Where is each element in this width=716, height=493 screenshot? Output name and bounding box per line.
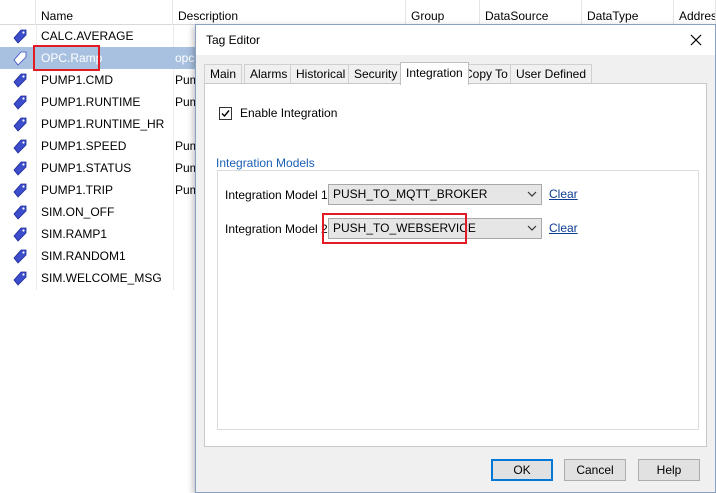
tab-strip: Main Alarms Historical Security Integrat… — [204, 62, 704, 85]
tag-icon — [13, 205, 27, 220]
integration-panel: Enable Integration Integration Models In… — [204, 83, 707, 447]
tag-description — [175, 245, 197, 267]
col-header-datatype[interactable]: DataType — [582, 0, 674, 25]
tag-name: SIM.RANDOM1 — [41, 249, 126, 263]
dialog-title: Tag Editor — [206, 33, 261, 47]
integration-model-1-select[interactable]: PUSH_TO_MQTT_BROKER — [328, 184, 542, 205]
tag-name: SIM.RAMP1 — [41, 227, 108, 241]
tag-name: CALC.AVERAGE — [41, 29, 134, 43]
tag-icon — [13, 249, 27, 264]
chevron-down-icon — [527, 225, 537, 231]
tag-name: SIM.ON_OFF — [41, 205, 115, 219]
cancel-button[interactable]: Cancel — [564, 459, 626, 481]
tag-description: Pum — [175, 161, 197, 175]
tab-historical[interactable]: Historical — [290, 64, 352, 84]
tag-description — [175, 267, 197, 289]
col-header-address[interactable]: Address — [674, 0, 716, 25]
chevron-down-icon — [527, 191, 537, 197]
highlight-box-model-2 — [322, 213, 467, 244]
tag-editor-dialog: Tag Editor Main Alarms Historical Securi… — [195, 24, 716, 493]
tag-name: PUMP1.RUNTIME_HR — [41, 117, 165, 131]
tag-description — [175, 113, 197, 135]
tag-name: PUMP1.SPEED — [41, 139, 127, 153]
close-icon — [690, 34, 702, 46]
col-header-name[interactable]: Name — [36, 0, 173, 25]
col-header-icon[interactable] — [0, 0, 36, 25]
tab-alarms[interactable]: Alarms — [244, 64, 294, 84]
grid-header: Name Description Group DataSource DataTy… — [0, 0, 716, 25]
tag-icon — [13, 139, 27, 154]
tag-name: PUMP1.RUNTIME — [41, 95, 141, 109]
tag-icon — [13, 29, 27, 44]
integration-model-2-label: Integration Model 2 — [225, 222, 328, 236]
col-header-group[interactable]: Group — [406, 0, 480, 25]
tag-name: PUMP1.STATUS — [41, 161, 132, 175]
tag-name: PUMP1.CMD — [41, 73, 114, 87]
col-header-description[interactable]: Description — [173, 0, 406, 25]
tag-icon — [13, 117, 27, 132]
tag-description: Pum — [175, 183, 197, 197]
help-button[interactable]: Help — [638, 459, 700, 481]
tag-description — [175, 223, 197, 245]
integration-model-1-value: PUSH_TO_MQTT_BROKER — [333, 187, 488, 201]
enable-integration-label: Enable Integration — [240, 106, 338, 120]
tag-description: Pum — [175, 139, 197, 153]
tag-description: Pum — [175, 73, 197, 87]
col-header-datasource[interactable]: DataSource — [480, 0, 582, 25]
tab-security[interactable]: Security — [348, 64, 404, 84]
enable-integration-row[interactable]: Enable Integration — [219, 105, 337, 121]
tag-icon — [13, 95, 27, 110]
tag-name: SIM.WELCOME_MSG — [41, 271, 162, 285]
tag-description — [175, 25, 197, 47]
ok-button[interactable]: OK — [491, 459, 553, 481]
tab-user-defined[interactable]: User Defined — [510, 64, 593, 84]
tag-icon — [13, 161, 27, 176]
tag-icon — [13, 51, 27, 66]
integration-models-group — [217, 170, 699, 430]
close-button[interactable] — [685, 29, 707, 51]
tag-icon — [13, 271, 27, 286]
tab-main[interactable]: Main — [204, 64, 243, 84]
clear-model-2-link[interactable]: Clear — [549, 221, 578, 235]
tag-icon — [13, 183, 27, 198]
tag-icon — [13, 227, 27, 242]
tag-icon — [13, 73, 27, 88]
checkmark-icon — [221, 109, 230, 117]
tag-name: PUMP1.TRIP — [41, 183, 114, 197]
enable-integration-checkbox[interactable] — [219, 106, 232, 120]
tag-description: Pum — [175, 95, 197, 109]
dialog-titlebar[interactable]: Tag Editor — [196, 25, 715, 55]
integration-models-title: Integration Models — [214, 156, 317, 170]
highlight-box-tag — [33, 45, 100, 71]
tab-integration[interactable]: Integration — [400, 62, 469, 85]
tag-description — [175, 201, 197, 223]
clear-model-1-link[interactable]: Clear — [549, 187, 578, 201]
tag-description: opc — [175, 51, 195, 65]
integration-model-1-label: Integration Model 1 — [225, 188, 328, 202]
